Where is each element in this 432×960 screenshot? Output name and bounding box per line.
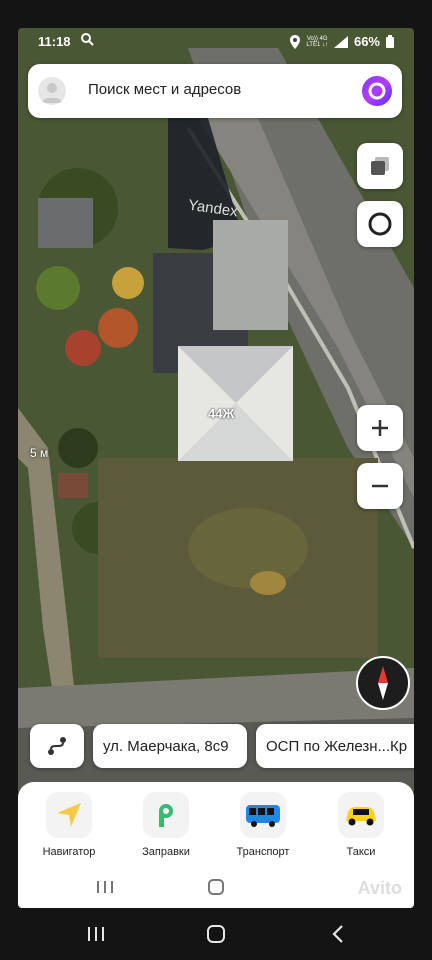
plus-icon xyxy=(372,420,388,436)
fuel-icon xyxy=(143,792,189,838)
suggestion-chips: ул. Маерчака, 8с9 ОСП по Железн...Кр xyxy=(18,724,414,774)
status-right: Vo)) 4G LTE1 ↓↑ 66% xyxy=(290,34,394,49)
service-transport[interactable]: Транспорт xyxy=(228,792,298,858)
search-bar[interactable]: Поиск мест и адресов xyxy=(28,64,402,118)
service-label: Транспорт xyxy=(236,846,290,858)
map-scale: 5 м xyxy=(30,446,49,460)
bus-icon xyxy=(240,792,286,838)
alice-icon xyxy=(368,82,386,100)
circle-outline-icon xyxy=(368,212,392,236)
compass-icon xyxy=(378,666,388,700)
service-label: Навигатор xyxy=(42,846,96,858)
network-indicator: Vo)) 4G LTE1 ↓↑ xyxy=(306,36,328,48)
network-bottom-text: LTE1 ↓↑ xyxy=(306,41,328,48)
recent-apps-icon[interactable] xyxy=(96,880,114,894)
route-icon xyxy=(48,737,66,755)
alice-voice-button[interactable] xyxy=(362,76,392,106)
taxi-icon xyxy=(338,792,384,838)
service-fuel[interactable]: Заправки xyxy=(131,792,201,858)
battery-icon xyxy=(386,35,394,48)
satellite-map[interactable] xyxy=(18,28,414,908)
minus-icon xyxy=(372,484,388,488)
house-number-label: 44Ж xyxy=(208,406,235,421)
service-label: Заправки xyxy=(142,846,190,858)
service-navigator[interactable]: Навигатор xyxy=(34,792,104,858)
home-icon[interactable] xyxy=(206,924,226,944)
status-bar: 11:18 Vo)) 4G LTE1 ↓↑ 66% xyxy=(18,28,414,56)
search-input[interactable]: Поиск мест и адресов xyxy=(88,81,241,98)
home-icon[interactable] xyxy=(208,879,224,895)
avito-watermark: Avito xyxy=(357,878,402,898)
chip-place[interactable]: ОСП по Железн...Кр xyxy=(256,724,414,768)
search-icon xyxy=(81,33,94,46)
signal-icon xyxy=(333,35,348,48)
chip-address[interactable]: ул. Маерчака, 8с9 xyxy=(93,724,247,768)
map-app-screen: Yandex 44Ж 5 м 11:18 Vo)) 4G LTE1 ↓↑ 66% xyxy=(18,28,414,908)
recent-apps-icon[interactable] xyxy=(86,926,106,942)
services-panel: Навигатор Заправки Транспорт Такси Avito xyxy=(18,782,414,908)
compass-button[interactable] xyxy=(356,656,410,710)
location-icon xyxy=(290,34,301,49)
app-inner-nav: Avito xyxy=(18,872,414,902)
profile-avatar[interactable] xyxy=(38,77,66,105)
system-navigation-bar xyxy=(0,908,432,960)
user-icon xyxy=(42,83,62,103)
back-icon[interactable] xyxy=(328,924,348,944)
route-button[interactable] xyxy=(30,724,84,768)
service-taxi[interactable]: Такси xyxy=(326,792,396,858)
status-time: 11:18 xyxy=(38,34,71,49)
layers-button[interactable] xyxy=(357,143,403,189)
battery-percent: 66% xyxy=(353,34,380,49)
zoom-out-button[interactable] xyxy=(357,463,403,509)
service-label: Такси xyxy=(346,846,376,858)
navigator-icon xyxy=(46,792,92,838)
zoom-in-button[interactable] xyxy=(357,405,403,451)
map-mode-button[interactable] xyxy=(357,201,403,247)
layers-icon xyxy=(371,157,389,175)
